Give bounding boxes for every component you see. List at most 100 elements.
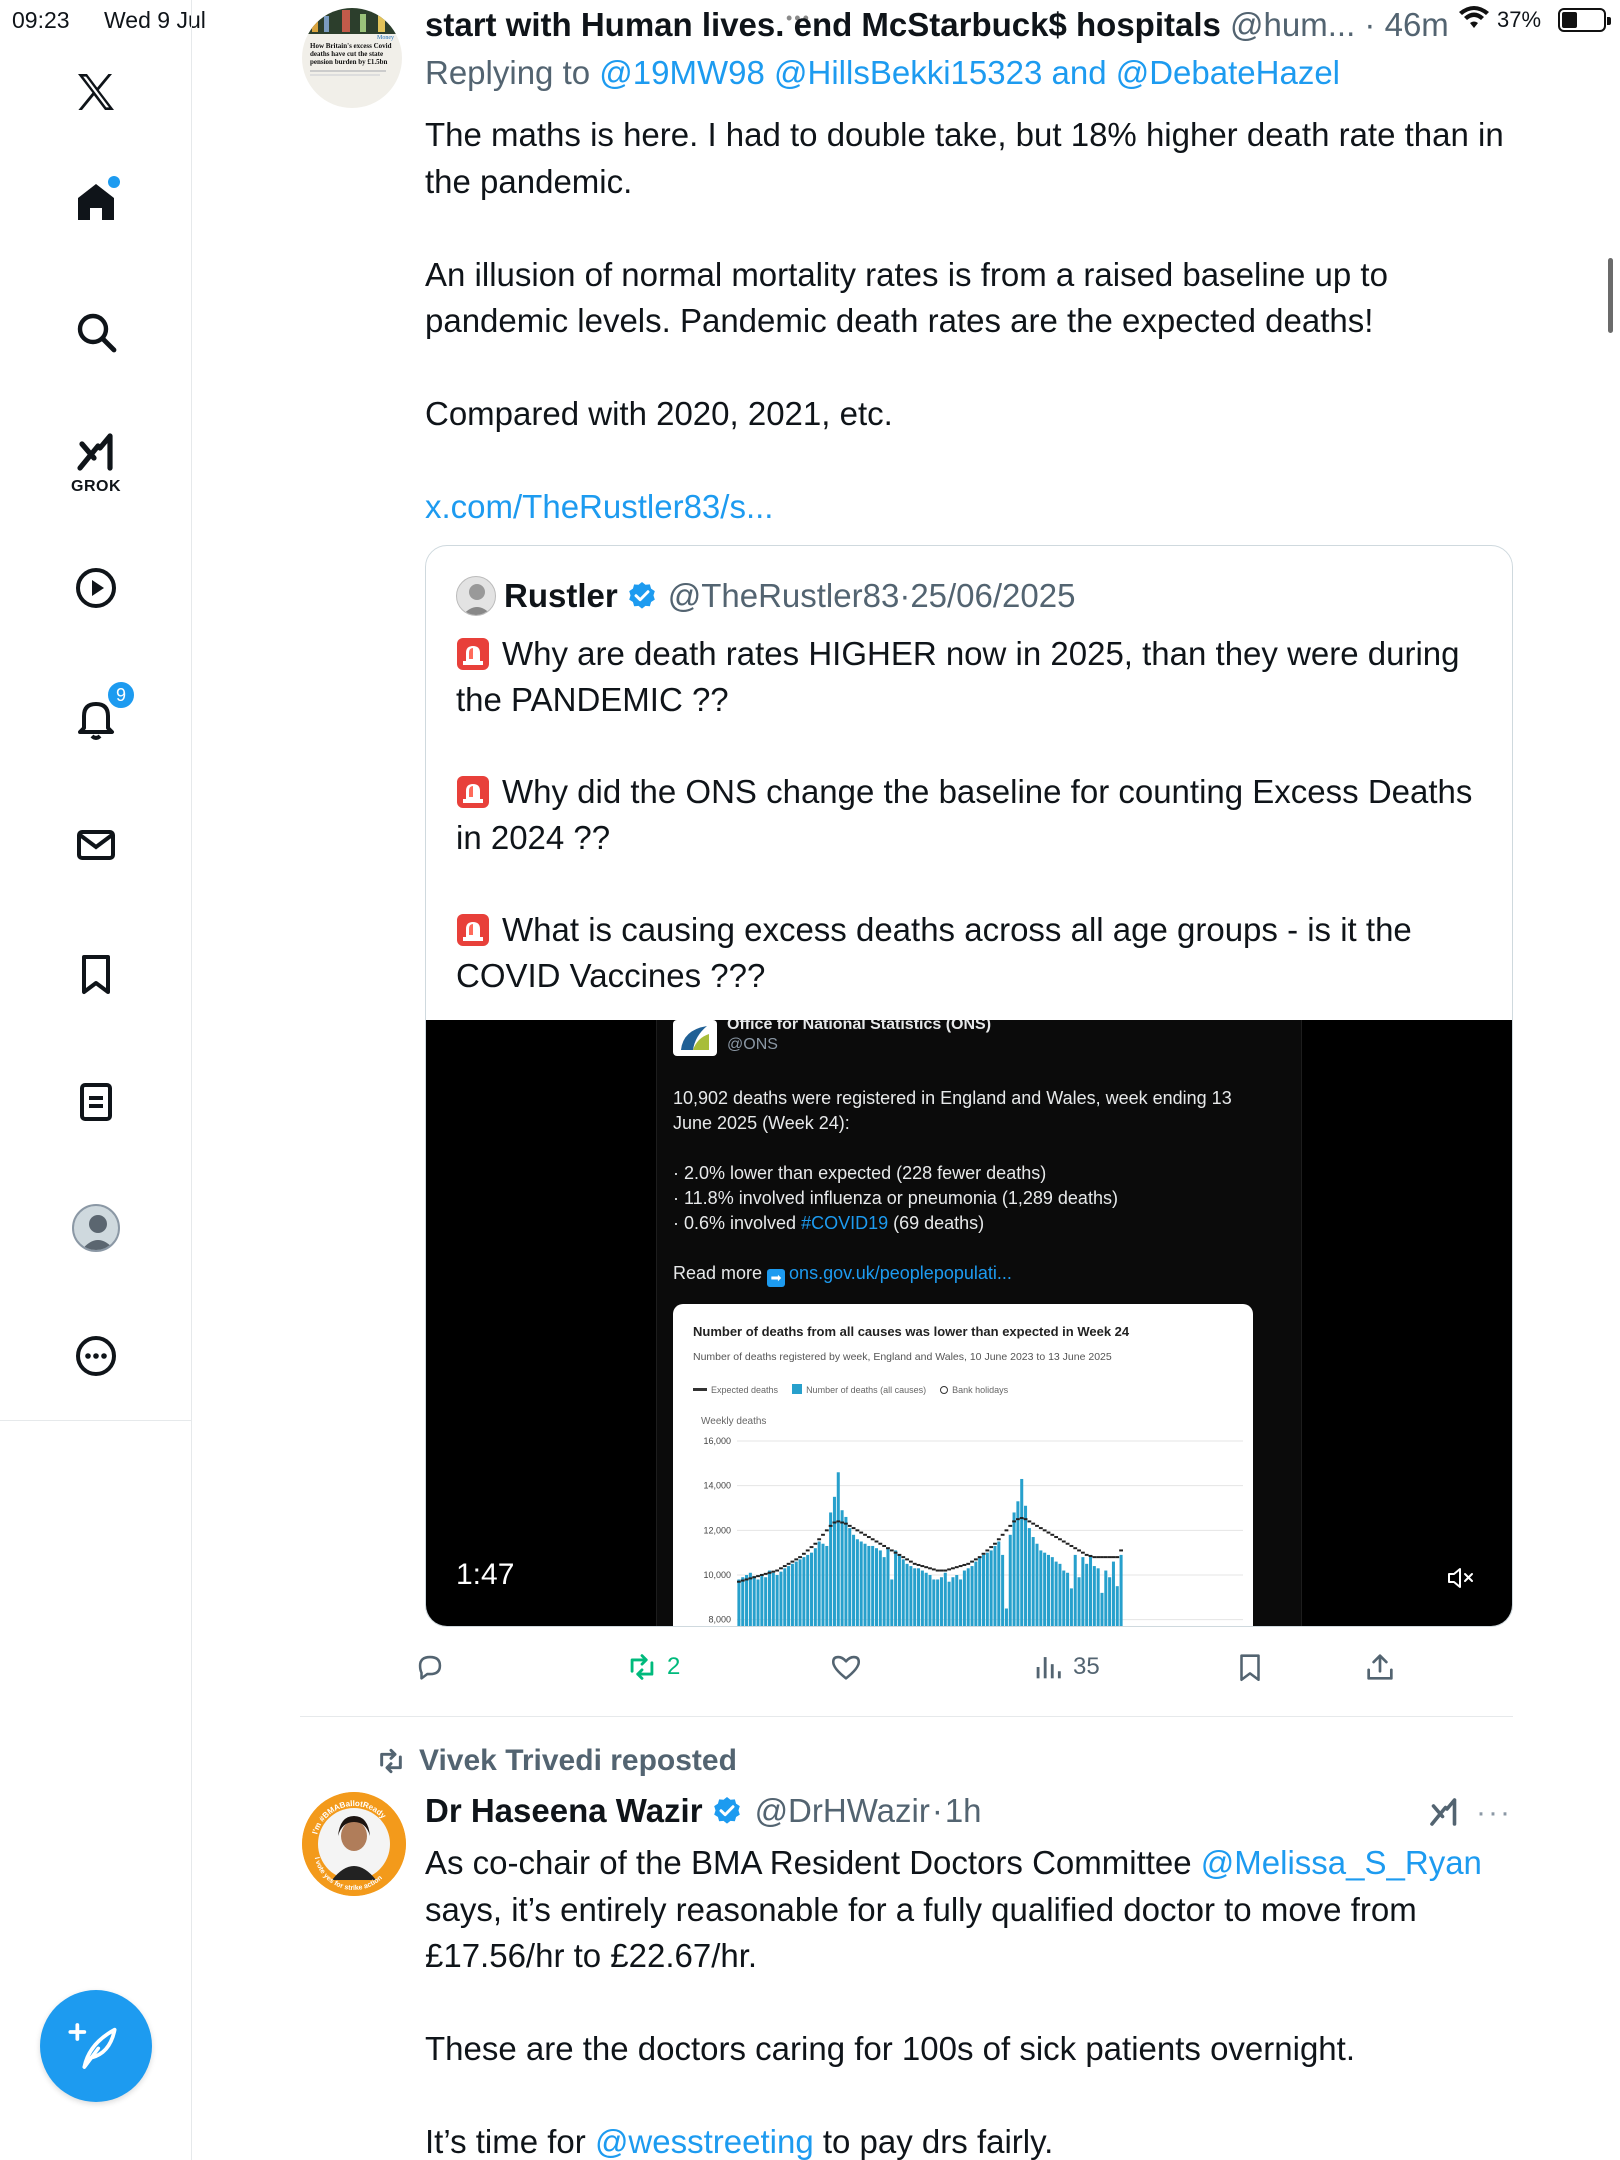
profile-avatar[interactable] <box>72 1204 120 1252</box>
quoted-author-avatar[interactable] <box>456 576 496 616</box>
chart-bar <box>741 1577 745 1626</box>
post-2-author-avatar[interactable]: I'm #BMABallotReady I vote yes for strik… <box>302 1792 406 1896</box>
chart-bar <box>1058 1563 1062 1626</box>
grok-icon[interactable] <box>66 422 126 482</box>
chart-expected-mark <box>966 1562 971 1565</box>
repost-button[interactable]: 2 <box>625 1645 680 1689</box>
reply-button[interactable] <box>413 1645 447 1689</box>
chart-bar <box>882 1557 886 1626</box>
chart-bar <box>771 1572 775 1626</box>
views-button[interactable]: 35 <box>1031 1645 1100 1689</box>
bookmarks-icon[interactable] <box>66 944 126 1004</box>
post-1-body: The maths is here. I had to double take,… <box>425 112 1525 577</box>
lists-document-icon[interactable] <box>66 1072 126 1132</box>
chart-expected-mark <box>908 1560 913 1563</box>
chart-expected-mark <box>821 1533 825 1536</box>
post-1-author-avatar[interactable]: Money How Britain's excess Covid deaths … <box>302 8 402 108</box>
chart-bar <box>1001 1554 1005 1626</box>
post-2-author-handle[interactable]: @DrHWazir <box>755 1792 930 1830</box>
chart-bar <box>1089 1554 1093 1626</box>
chart-expected-mark <box>1115 1556 1120 1559</box>
chart-expected-mark <box>847 1524 852 1527</box>
chart-expected-mark <box>790 1560 795 1563</box>
chart-expected-mark <box>1077 1549 1081 1552</box>
x-logo-icon[interactable] <box>66 62 126 122</box>
chart-expected-mark <box>851 1527 856 1530</box>
chart-bar <box>917 1568 921 1626</box>
post-1-link[interactable]: x.com/TheRustler83/s... <box>425 488 773 525</box>
chart-expected-mark <box>951 1567 955 1570</box>
chart-bar <box>1062 1570 1066 1626</box>
chart-expected-mark <box>794 1558 799 1561</box>
quoted-author-name[interactable]: Rustler <box>504 577 618 615</box>
chart-expected-mark <box>939 1569 944 1572</box>
quoted-paragraph: What is causing excess deaths across all… <box>456 911 1412 994</box>
bookmark-button[interactable] <box>1233 1645 1267 1689</box>
chart-bar <box>806 1554 810 1626</box>
chart-bar <box>859 1541 863 1626</box>
chart-expected-mark <box>931 1568 936 1571</box>
chart-bar <box>985 1552 989 1626</box>
home-icon[interactable] <box>66 172 126 232</box>
mention-melissa-s-ryan[interactable]: @Melissa_S_Ryan <box>1201 1844 1482 1881</box>
chart-bar <box>943 1572 947 1626</box>
post-1-author-name[interactable]: start with Human lives. end McStarbuck$ … <box>425 6 1221 43</box>
messages-envelope-icon[interactable] <box>66 815 126 875</box>
chart-expected-mark <box>989 1546 994 1549</box>
chart-bar <box>790 1563 794 1626</box>
quoted-post-date: 25/06/2025 <box>910 577 1076 614</box>
chart-bar <box>1100 1592 1104 1626</box>
post-1-header: start with Human lives. end McStarbuck$ … <box>425 6 1449 43</box>
chart-expected-mark <box>859 1531 864 1534</box>
video-play-icon[interactable] <box>66 558 126 618</box>
ons-bullet: · 11.8% involved influenza or pneumonia … <box>673 1188 1118 1208</box>
search-icon[interactable] <box>66 302 126 362</box>
replying-and[interactable]: and <box>1051 54 1106 91</box>
like-button[interactable] <box>829 1645 863 1689</box>
chart-bar <box>737 1579 741 1626</box>
post-1-actions: 2 35 <box>418 1645 1513 1695</box>
mention-debatehazel[interactable]: @DebateHazel <box>1116 54 1340 91</box>
chart-bar <box>855 1539 859 1626</box>
chart-bar <box>955 1575 959 1626</box>
chart-expected-mark <box>1069 1544 1074 1547</box>
share-button[interactable] <box>1363 1645 1397 1689</box>
quoted-author-handle[interactable]: @TheRustler83 <box>668 577 900 615</box>
chart-plot: 16,00014,00012,00010,0008,0006,0004,000 <box>703 1436 1243 1626</box>
scrollbar-thumb[interactable] <box>1608 258 1613 333</box>
chart-expected-mark <box>805 1549 810 1552</box>
chart-bar <box>901 1559 905 1626</box>
muted-speaker-icon[interactable] <box>1446 1564 1476 1592</box>
grok-explain-icon[interactable] <box>1426 1794 1462 1830</box>
chart-expected-mark <box>740 1579 745 1582</box>
notifications-bell-icon[interactable]: 9 <box>66 680 136 748</box>
chart-bar <box>1104 1570 1108 1626</box>
more-options-icon[interactable] <box>66 1326 126 1386</box>
avatar-kicker: Money <box>377 35 394 41</box>
mention-19mw98[interactable]: @19MW98 <box>599 54 765 91</box>
mention-hillsbekki[interactable]: @HillsBekki15323 <box>774 54 1042 91</box>
quoted-post[interactable]: Rustler @TheRustler83 · 25/06/2025 Why a… <box>425 545 1513 1627</box>
post-2-more-icon[interactable]: ··· <box>1476 1796 1512 1830</box>
chart-expected-mark <box>1031 1522 1036 1525</box>
home-unread-dot <box>108 176 120 188</box>
chart-bar <box>1008 1534 1012 1626</box>
compose-post-button[interactable] <box>40 1990 152 2102</box>
video-player[interactable]: Office for National Statistics (ONS) @ON… <box>426 1020 1512 1626</box>
chart-expected-mark <box>763 1572 768 1575</box>
chart-bar <box>913 1568 917 1626</box>
repost-indicator[interactable]: Vivek Trivedi reposted <box>375 1744 737 1778</box>
post-2-author-name[interactable]: Dr Haseena Wazir <box>425 1792 703 1830</box>
chart-bar <box>890 1579 894 1626</box>
post-separator <box>300 1716 1513 1717</box>
battery-icon <box>1558 8 1611 32</box>
mention-wesstreeting[interactable]: @wesstreeting <box>595 2123 814 2160</box>
chart-expected-mark <box>824 1529 829 1532</box>
post-1-author-handle[interactable]: @hum... <box>1230 6 1355 43</box>
chart-expected-mark <box>737 1580 741 1583</box>
chart-bar <box>1043 1552 1047 1626</box>
chart-bar <box>928 1575 932 1626</box>
chart-bar <box>817 1541 821 1626</box>
ons-logo-icon <box>673 1020 717 1056</box>
chart-expected-mark <box>943 1569 948 1572</box>
